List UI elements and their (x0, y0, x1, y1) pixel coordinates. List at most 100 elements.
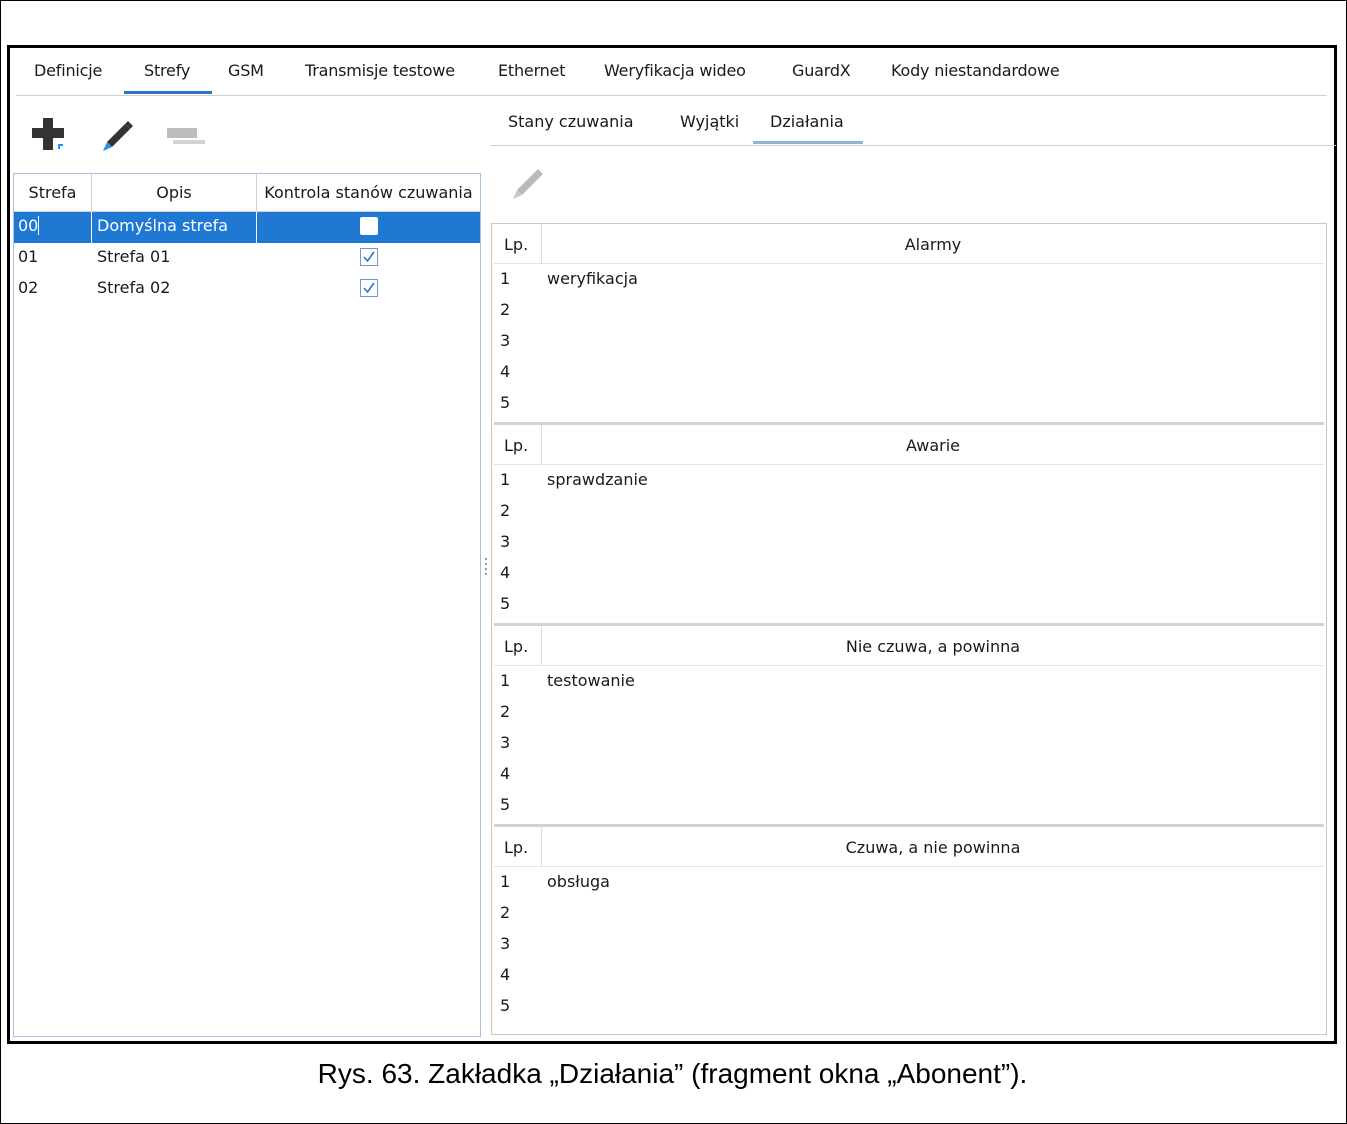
tab-kody-niestandardowe[interactable]: Kody niestandardowe (891, 61, 1060, 80)
section-czuwa-a-nie-powinna: Lp. Czuwa, a nie powinna 1 obsługa 2 3 4 … (494, 827, 1324, 1025)
list-item[interactable]: 5 (494, 790, 1324, 821)
section-title: Czuwa, a nie powinna (845, 838, 1021, 857)
tab-wyjatki[interactable]: Wyjątki (680, 112, 739, 131)
list-item[interactable]: 5 (494, 991, 1324, 1022)
list-item[interactable]: 4 (494, 759, 1324, 790)
zones-table: Strefa Opis Kontrola stanów czuwania 00 … (13, 173, 481, 1037)
row-number: 2 (500, 501, 511, 520)
row-number: 3 (500, 532, 511, 551)
table-row[interactable]: 01 Strefa 01 (14, 243, 480, 274)
tab-weryfikacja-wideo[interactable]: Weryfikacja wideo (604, 61, 746, 80)
section-header: Lp. Alarmy (494, 224, 1324, 264)
section-awarie: Lp. Awarie 1 sprawdzanie 2 3 4 5 (494, 425, 1324, 626)
arming-control-checkbox[interactable] (360, 248, 378, 266)
tab-guardx[interactable]: GuardX (792, 61, 851, 80)
abonent-window: Definicje Strefy GSM Transmisje testowe … (7, 45, 1337, 1044)
list-item[interactable]: 2 (494, 496, 1324, 527)
col-header-strefa[interactable]: Strefa (14, 174, 92, 211)
row-number: 5 (500, 393, 511, 412)
cell-divider (256, 212, 257, 243)
row-number: 3 (500, 331, 511, 350)
list-item[interactable]: 1 obsługa (494, 867, 1324, 898)
section-alarmy: Lp. Alarmy 1 weryfikacja 2 3 4 5 (494, 224, 1324, 425)
row-number: 2 (500, 300, 511, 319)
list-item[interactable]: 4 (494, 960, 1324, 991)
list-item[interactable]: 3 (494, 728, 1324, 759)
row-number: 1 (500, 872, 511, 891)
check-icon (363, 282, 375, 294)
tab-strefy[interactable]: Strefy (144, 61, 190, 80)
zone-number: 00 (18, 216, 40, 235)
list-item[interactable]: 5 (494, 589, 1324, 620)
row-value: sprawdzanie (547, 470, 648, 489)
table-row[interactable]: 00 Domyślna strefa (14, 212, 480, 243)
pencil-icon[interactable] (507, 162, 547, 206)
list-item[interactable]: 4 (494, 558, 1324, 589)
row-value: obsługa (547, 872, 610, 891)
row-number: 3 (500, 934, 511, 953)
section-title: Awarie (905, 436, 961, 455)
row-number: 3 (500, 733, 511, 752)
section-title: Nie czuwa, a powinna (845, 637, 1021, 656)
lp-header: Lp. (504, 235, 529, 254)
arming-control-checkbox[interactable] (360, 279, 378, 297)
lp-header: Lp. (504, 436, 529, 455)
col-header-kontrola[interactable]: Kontrola stanów czuwania (257, 174, 480, 211)
section-nie-czuwa-a-powinna: Lp. Nie czuwa, a powinna 1 testowanie 2 3… (494, 626, 1324, 827)
list-item[interactable]: 3 (494, 929, 1324, 960)
main-tab-bar: Definicje Strefy GSM Transmisje testowe … (16, 48, 1327, 96)
list-item[interactable]: 1 sprawdzanie (494, 465, 1324, 496)
row-value: weryfikacja (547, 269, 638, 288)
actions-panel: Lp. Alarmy 1 weryfikacja 2 3 4 5 Lp. Awar… (491, 223, 1327, 1035)
table-row[interactable]: 02 Strefa 02 (14, 274, 480, 305)
row-number: 4 (500, 362, 511, 381)
list-item[interactable]: 2 (494, 295, 1324, 326)
row-number: 4 (500, 764, 511, 783)
list-item[interactable]: 1 weryfikacja (494, 264, 1324, 295)
list-item[interactable]: 1 testowanie (494, 666, 1324, 697)
zone-description: Strefa 01 (97, 247, 171, 266)
row-number: 4 (500, 965, 511, 984)
tab-transmisje-testowe[interactable]: Transmisje testowe (305, 61, 455, 80)
col-header-opis[interactable]: Opis (92, 174, 257, 211)
arming-control-checkbox[interactable] (360, 217, 378, 235)
zone-number: 01 (18, 247, 39, 266)
section-title: Alarmy (904, 235, 962, 254)
zone-description: Strefa 02 (97, 278, 171, 297)
section-header: Lp. Awarie (494, 425, 1324, 465)
list-item[interactable]: 3 (494, 527, 1324, 558)
section-header: Lp. Nie czuwa, a powinna (494, 626, 1324, 666)
tab-dzialania[interactable]: Działania (770, 112, 844, 131)
row-number: 4 (500, 563, 511, 582)
cell-divider (91, 212, 92, 243)
zone-number: 02 (18, 278, 39, 297)
list-item[interactable]: 2 (494, 697, 1324, 728)
list-item[interactable]: 5 (494, 388, 1324, 419)
lp-header: Lp. (504, 838, 529, 857)
list-item[interactable]: 3 (494, 326, 1324, 357)
list-item[interactable]: 4 (494, 357, 1324, 388)
tab-gsm[interactable]: GSM (228, 61, 264, 80)
zone-description: Domyślna strefa (97, 216, 229, 235)
sub-tab-bar: Stany czuwania Wyjątki Działania (490, 95, 1336, 146)
tab-stany-czuwania[interactable]: Stany czuwania (508, 112, 634, 131)
active-tab-indicator (124, 91, 212, 94)
row-number: 2 (500, 903, 511, 922)
add-zone-icon[interactable] (30, 116, 68, 158)
lp-header: Lp. (504, 637, 529, 656)
pencil-icon[interactable] (97, 114, 137, 158)
delete-icon[interactable] (165, 124, 207, 152)
tab-definicje[interactable]: Definicje (34, 61, 102, 80)
row-number: 1 (500, 470, 511, 489)
row-number: 2 (500, 702, 511, 721)
row-value: testowanie (547, 671, 635, 690)
row-number: 5 (500, 594, 511, 613)
list-item[interactable]: 2 (494, 898, 1324, 929)
row-number: 5 (500, 795, 511, 814)
row-number: 1 (500, 269, 511, 288)
row-number: 1 (500, 671, 511, 690)
section-header: Lp. Czuwa, a nie powinna (494, 827, 1324, 867)
splitter-handle[interactable] (485, 558, 488, 578)
tab-ethernet[interactable]: Ethernet (498, 61, 566, 80)
row-number: 5 (500, 996, 511, 1015)
